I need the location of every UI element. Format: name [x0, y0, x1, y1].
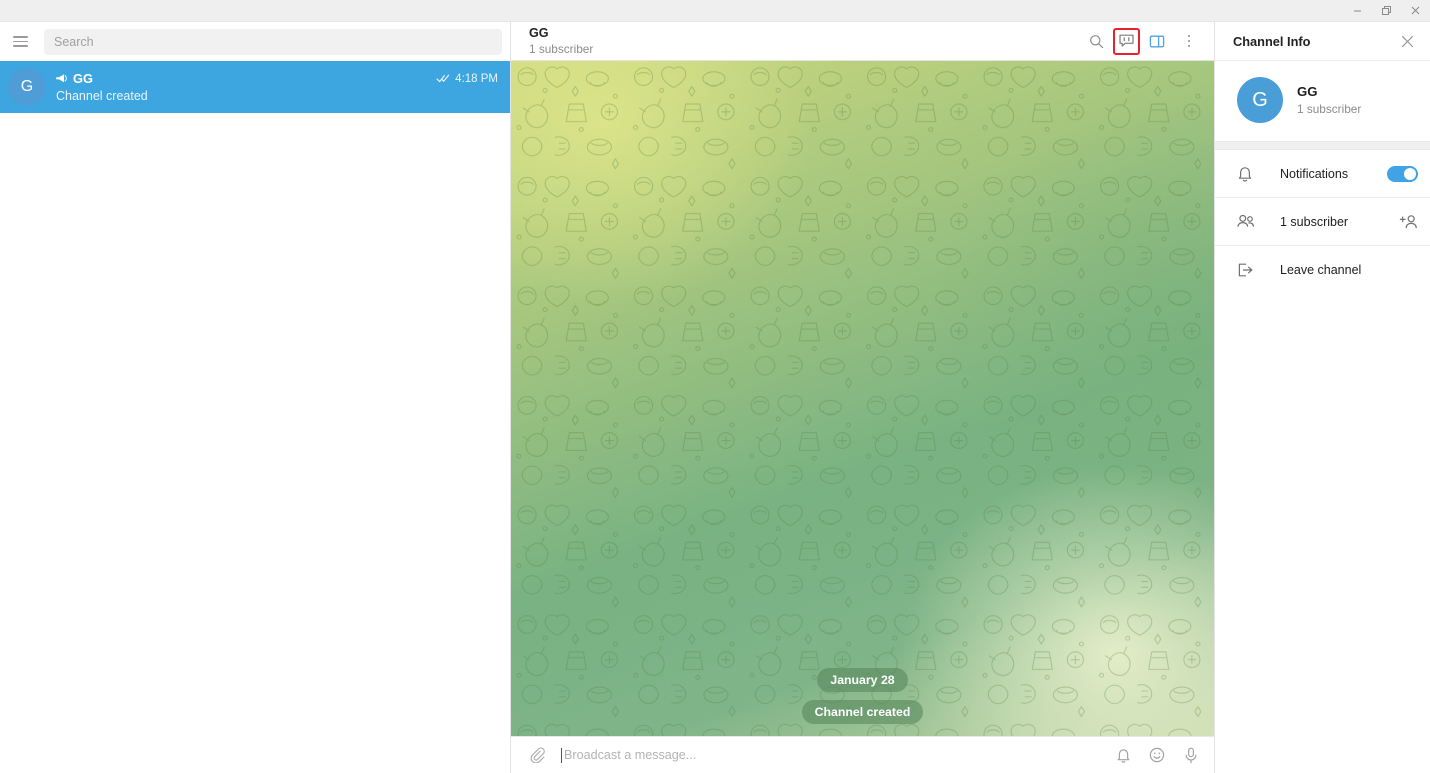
info-row-subscribers[interactable]: 1 subscriber: [1215, 198, 1430, 245]
close-icon[interactable]: [1394, 28, 1420, 54]
info-row-label: Leave channel: [1280, 262, 1362, 277]
notifications-toggle[interactable]: [1387, 165, 1418, 182]
info-row-label: Notifications: [1280, 166, 1349, 181]
conversation-title-block[interactable]: GG 1 subscriber: [529, 26, 1081, 56]
info-row-label: 1 subscriber: [1280, 214, 1349, 229]
chat-item-preview: Channel created: [56, 89, 148, 103]
toggle-info-panel-icon[interactable]: [1142, 26, 1172, 56]
avatar: G: [8, 68, 46, 106]
info-panel-title: Channel Info: [1233, 33, 1311, 49]
search-input[interactable]: Search: [44, 28, 502, 55]
channel-profile: G GG 1 subscriber: [1215, 61, 1430, 141]
message-list: January 28 Channel created: [511, 668, 1214, 724]
info-row-notifications[interactable]: Notifications: [1215, 150, 1430, 197]
microphone-icon[interactable]: [1178, 742, 1204, 768]
more-options-icon[interactable]: [1174, 26, 1204, 56]
date-divider: January 28: [817, 668, 908, 692]
info-row-leave-channel[interactable]: Leave channel: [1215, 246, 1430, 293]
wallpaper-doodle-pattern: [511, 61, 1214, 736]
discussion-icon[interactable]: [1113, 27, 1140, 55]
telegram-window: Search G GG 4:18 PM Channel created GG 1…: [0, 0, 1430, 773]
channel-name: GG: [1297, 84, 1318, 99]
section-separator: [1215, 141, 1430, 150]
chat-item-name: GG: [73, 71, 93, 86]
paperclip-icon[interactable]: [529, 747, 545, 763]
search-icon[interactable]: [1081, 26, 1111, 56]
list-item[interactable]: G GG 4:18 PM Channel created: [0, 61, 510, 113]
window-body: Search G GG 4:18 PM Channel created GG 1…: [0, 22, 1430, 773]
megaphone-icon: [56, 73, 68, 84]
add-member-icon[interactable]: [1399, 214, 1418, 230]
bell-icon: [1237, 165, 1259, 182]
search-placeholder: Search: [54, 34, 94, 49]
silent-notification-icon[interactable]: [1110, 742, 1136, 768]
chat-item-body: GG 4:18 PM Channel created: [56, 71, 498, 103]
conversation-subtitle: 1 subscriber: [529, 42, 594, 56]
chat-item-meta: 4:18 PM: [436, 73, 498, 85]
composer-actions: [1110, 742, 1204, 768]
double-check-icon: [436, 74, 451, 83]
emoji-icon[interactable]: [1144, 742, 1170, 768]
info-panel-header: Channel Info: [1215, 22, 1430, 61]
chat-wallpaper: January 28 Channel created: [511, 61, 1214, 736]
page-title: GG: [529, 26, 549, 40]
sidebar-toolbar: Search: [0, 22, 510, 61]
channel-info-panel: Channel Info G GG 1 subscriber Notificat…: [1214, 22, 1430, 773]
restore-button[interactable]: [1372, 0, 1401, 22]
text-caret: [561, 747, 562, 763]
close-button[interactable]: [1401, 0, 1430, 22]
conversation-pane: GG 1 subscriber January 28 Channel creat…: [511, 22, 1214, 773]
leave-icon: [1237, 262, 1259, 278]
chat-list: G GG 4:18 PM Channel created: [0, 61, 510, 773]
message-input[interactable]: Broadcast a message...: [561, 747, 1110, 763]
minimize-button[interactable]: [1343, 0, 1372, 22]
channel-subscribers: 1 subscriber: [1297, 102, 1362, 116]
chat-item-titleline: GG 4:18 PM: [56, 71, 498, 86]
message-composer: Broadcast a message...: [511, 736, 1214, 773]
channel-profile-names: GG 1 subscriber: [1297, 84, 1361, 116]
people-icon: [1237, 214, 1259, 229]
window-title-bar: [0, 0, 1430, 22]
service-message: Channel created: [801, 700, 924, 724]
avatar: G: [1237, 77, 1283, 123]
conversation-header-actions: [1081, 26, 1204, 56]
chat-list-sidebar: Search G GG 4:18 PM Channel created: [0, 22, 511, 773]
conversation-header: GG 1 subscriber: [511, 22, 1214, 61]
chat-item-time: 4:18 PM: [455, 72, 498, 85]
message-placeholder: Broadcast a message...: [564, 748, 697, 762]
hamburger-menu-icon[interactable]: [6, 28, 34, 56]
